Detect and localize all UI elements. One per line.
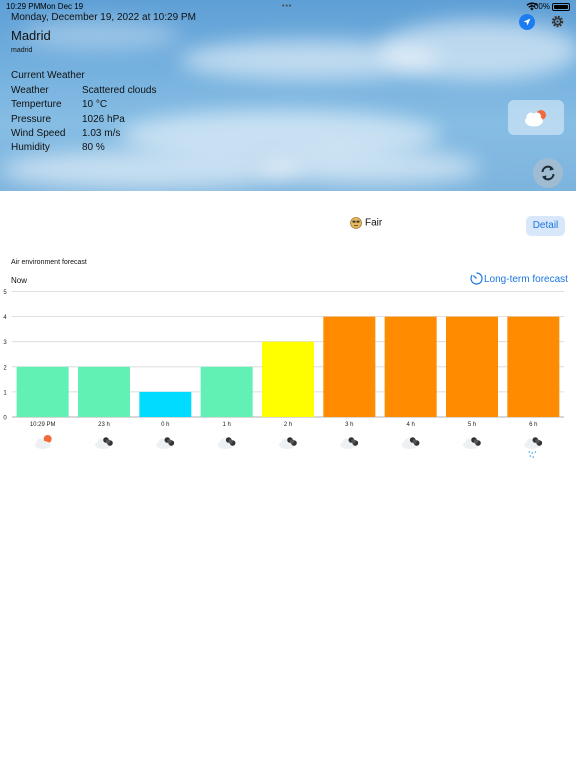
current-weather-title: Current Weather: [11, 70, 85, 81]
current-datetime: Monday, December 19, 2022 at 10:29 PM: [11, 12, 196, 23]
temperature-row: Temperture 10 °C: [11, 99, 231, 113]
x-tick-label: 5 h: [468, 422, 476, 428]
location-button[interactable]: [519, 14, 535, 30]
city-subtitle: madrid: [11, 47, 33, 54]
fair-face-icon: [350, 217, 362, 229]
forecast-bar[interactable]: [262, 341, 314, 417]
y-tick-label: 5: [3, 290, 7, 296]
forecast-bar[interactable]: [384, 316, 437, 417]
pressure-row: Pressure 1026 hPa: [11, 114, 231, 128]
x-tick-label: 0 h: [161, 422, 169, 428]
battery-icon: [552, 3, 570, 11]
settings-button[interactable]: [550, 14, 565, 29]
cloudy-icon: [95, 437, 113, 449]
x-tick-label: 3 h: [345, 422, 353, 428]
temperature-value: 10 °C: [82, 99, 108, 110]
partly-cloudy-night-icon: [34, 435, 52, 449]
weather-header: 10:29 PM Mon Dec 19 ••• 100% Monday, Dec…: [0, 0, 576, 191]
humidity-row: Humidity 80 %: [11, 142, 231, 156]
pressure-value: 1026 hPa: [82, 114, 125, 125]
partly-cloudy-icon: [525, 110, 546, 127]
status-date: Mon Dec 19: [40, 2, 84, 11]
gear-icon: [551, 15, 564, 28]
weather-value: Scattered clouds: [82, 85, 157, 96]
x-tick-label: 1 h: [222, 422, 230, 428]
x-tick-label: 10:29 PM: [30, 422, 56, 428]
wind-speed-label: Wind Speed: [11, 128, 66, 139]
weather-label: Weather: [11, 85, 49, 96]
multitask-dots-icon[interactable]: •••: [282, 3, 292, 10]
humidity-label: Humidity: [11, 142, 50, 153]
cloudy-icon: [279, 437, 297, 449]
wind-speed-row: Wind Speed 1.03 m/s: [11, 128, 231, 142]
cloudy-icon: [401, 437, 420, 449]
city-name: Madrid: [11, 28, 51, 43]
y-tick-label: 0: [3, 416, 7, 422]
y-tick-label: 2: [3, 365, 7, 371]
forecast-bar[interactable]: [446, 316, 498, 417]
temperature-label: Temperture: [11, 99, 62, 110]
pressure-label: Pressure: [11, 114, 52, 125]
air-forecast-chart: 0 1 2 3 4 5 10:29 PM 23 h 0 h 1 h 2 h 3 h 4 h 5 h 6 h: [3, 290, 564, 458]
forecast-bar[interactable]: [16, 366, 69, 417]
x-tick-label: 23 h: [98, 422, 110, 428]
cloudy-rain-icon: [524, 437, 543, 458]
cloudy-icon: [217, 437, 236, 449]
refresh-button[interactable]: [533, 158, 563, 188]
humidity-value: 80 %: [82, 142, 105, 153]
x-tick-label: 6 h: [529, 422, 537, 428]
wind-speed-value: 1.03 m/s: [82, 128, 121, 139]
cloudy-icon: [340, 437, 359, 449]
cloudy-icon: [156, 437, 175, 449]
air-quality-status: Fair: [350, 217, 382, 229]
battery-percent: 100%: [529, 2, 550, 11]
forecast-title: Air environment forecast: [11, 259, 87, 266]
location-arrow-icon: [523, 18, 531, 26]
y-tick-label: 4: [3, 315, 7, 321]
y-tick-label: 3: [3, 340, 7, 346]
weather-row: Weather Scattered clouds: [11, 85, 231, 99]
y-tick-label: 1: [3, 390, 7, 396]
forecast-bar[interactable]: [200, 366, 253, 417]
x-tick-label: 4 h: [406, 422, 414, 428]
x-tick-label: 2 h: [284, 422, 292, 428]
cloudy-icon: [463, 437, 481, 449]
current-weather-card[interactable]: [508, 100, 564, 135]
forecast-bar[interactable]: [139, 391, 192, 417]
detail-button[interactable]: Detail: [526, 216, 565, 236]
forecast-bar[interactable]: [78, 366, 130, 417]
refresh-icon: [541, 165, 555, 181]
air-quality-label: Fair: [365, 217, 383, 229]
forecast-bar[interactable]: [323, 316, 376, 417]
forecast-bar[interactable]: [507, 316, 560, 417]
status-time: 10:29 PM: [6, 2, 41, 11]
